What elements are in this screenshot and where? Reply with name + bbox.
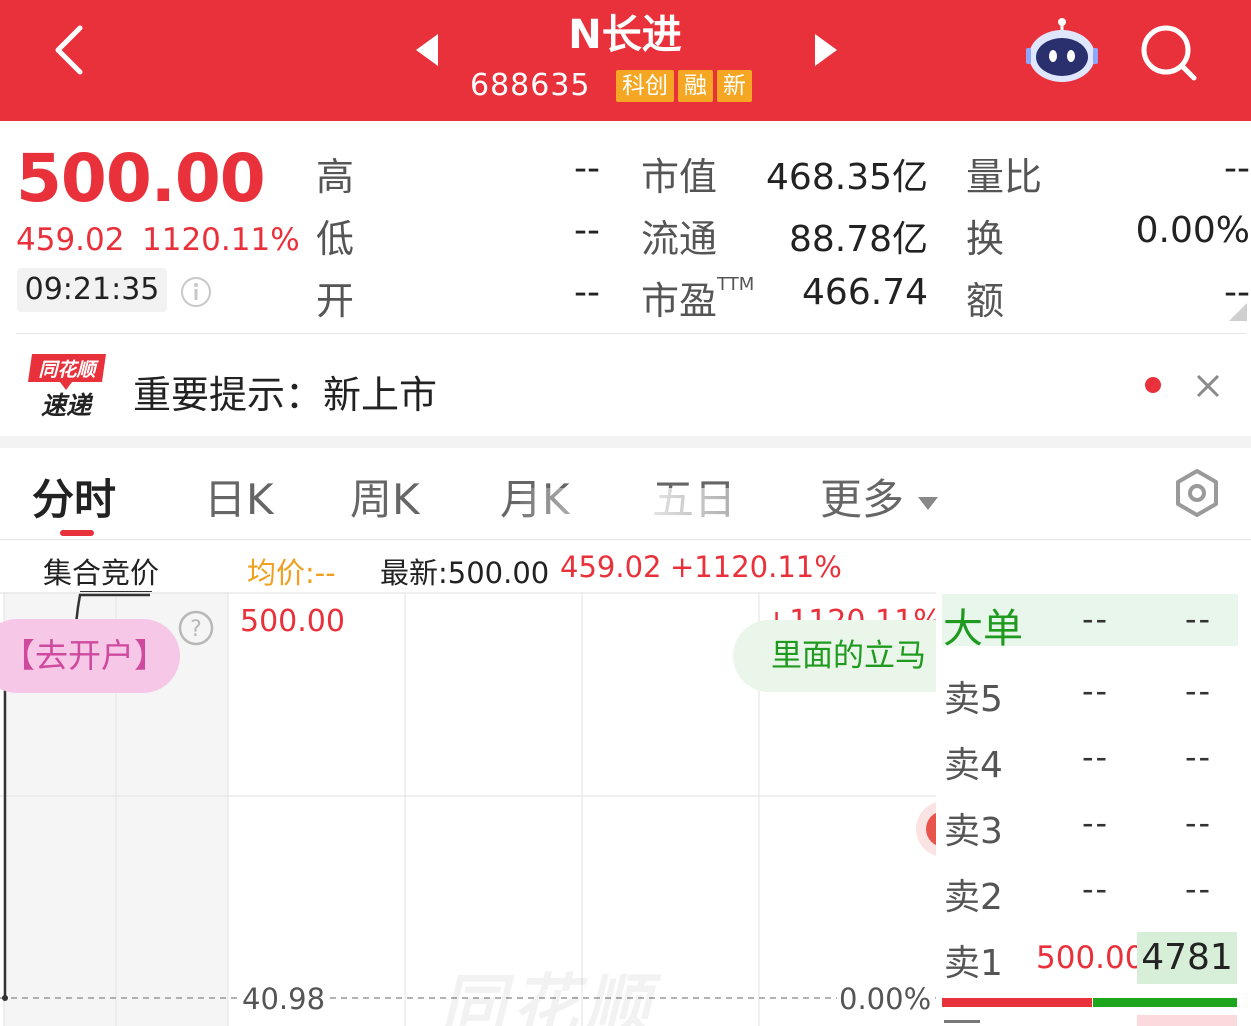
float-cap-label: 流通 bbox=[641, 217, 718, 261]
call-auction-label[interactable]: 集合竞价 bbox=[43, 550, 159, 592]
strip-change: 459.02 bbox=[560, 550, 662, 584]
svg-text:同花顺: 同花顺 bbox=[38, 359, 99, 381]
blur-overlay bbox=[520, 488, 750, 530]
next-row-volume-hint bbox=[1137, 1015, 1237, 1026]
ths-watermark: 同花顺 bbox=[440, 967, 656, 1026]
pe-value: 466.74 bbox=[802, 272, 928, 313]
robot-assistant-icon bbox=[1026, 18, 1098, 82]
turnover-value: 0.00% bbox=[1135, 210, 1250, 251]
ths-express-logo: 同花顺 速递 bbox=[26, 352, 110, 420]
big-order-b: -- bbox=[1185, 600, 1213, 638]
market-cap-label: 市值 bbox=[641, 155, 718, 199]
volume-ratio-value: -- bbox=[1224, 148, 1250, 189]
notice-close-button[interactable] bbox=[1192, 370, 1224, 402]
price-change-pct: 1120.11% bbox=[142, 222, 300, 258]
notice-text[interactable]: 重要提示：新上市 bbox=[133, 364, 437, 419]
sell3-label: 卖3 bbox=[944, 811, 1003, 852]
volume-ratio-label: 量比 bbox=[966, 155, 1043, 199]
open-label: 开 bbox=[316, 279, 355, 323]
sell4-label: 卖4 bbox=[944, 745, 1003, 786]
big-order-a: -- bbox=[1082, 600, 1110, 638]
turnover-label: 换 bbox=[966, 217, 1005, 261]
high-label: 高 bbox=[316, 155, 355, 199]
sell5-label: 卖5 bbox=[944, 679, 1003, 720]
low-label: 低 bbox=[316, 217, 355, 261]
next-row-hint bbox=[944, 1020, 980, 1023]
stock-tags: 科创 融 新 bbox=[616, 70, 752, 102]
info-button[interactable] bbox=[180, 276, 212, 308]
price-change: 459.02 bbox=[16, 222, 125, 258]
tab-weekly-k[interactable]: 周K bbox=[350, 466, 420, 527]
divider bbox=[16, 333, 1246, 334]
sell-strength-bar bbox=[1093, 998, 1237, 1007]
back-arrow-icon bbox=[55, 25, 83, 75]
active-tab-indicator bbox=[60, 530, 94, 536]
sell1-price[interactable]: 500.00 bbox=[1036, 940, 1144, 976]
high-value: -- bbox=[574, 148, 600, 189]
pe-label-sup: TTM bbox=[717, 274, 755, 295]
float-cap-value: 88.78亿 bbox=[788, 219, 928, 260]
sell3-price: -- bbox=[1082, 804, 1110, 842]
dropdown-triangle-icon bbox=[918, 496, 939, 510]
big-order-label: 大单 bbox=[943, 606, 1023, 652]
tab-more[interactable]: 更多 bbox=[820, 466, 939, 527]
market-cap-value: 468.35亿 bbox=[766, 157, 928, 198]
sell4-volume: -- bbox=[1185, 738, 1213, 776]
latest-price: 最新:500.00 bbox=[380, 556, 550, 590]
stock-header: N长进 688635 科创 融 新 bbox=[0, 0, 1251, 121]
sell2-price: -- bbox=[1082, 870, 1110, 908]
help-button[interactable]: ? bbox=[178, 610, 214, 646]
search-button[interactable] bbox=[1138, 22, 1200, 84]
tab-daily-k[interactable]: 日K bbox=[204, 466, 274, 527]
back-button[interactable] bbox=[44, 20, 104, 80]
sell1-volume[interactable]: 4781 bbox=[1137, 932, 1237, 984]
ai-assistant-button[interactable] bbox=[1026, 16, 1098, 84]
current-price: 500.00 bbox=[16, 140, 266, 217]
search-icon bbox=[1141, 25, 1197, 81]
svg-text:?: ? bbox=[190, 617, 202, 642]
low-value: -- bbox=[574, 210, 600, 251]
pe-label-text: 市盈 bbox=[641, 279, 718, 323]
sell2-volume: -- bbox=[1185, 870, 1213, 908]
section-gap bbox=[0, 436, 1251, 448]
tag-star-market: 科创 bbox=[616, 70, 674, 102]
chart-low-pct: 0.00% bbox=[837, 982, 934, 1016]
quote-time: 09:21:35 bbox=[17, 268, 167, 312]
help-icon: ? bbox=[178, 610, 214, 646]
chart-settings-button[interactable] bbox=[1172, 468, 1222, 518]
open-value: -- bbox=[574, 272, 600, 313]
amount-value: -- bbox=[1224, 272, 1250, 313]
expand-corner-icon[interactable] bbox=[1229, 303, 1247, 321]
unread-dot bbox=[1145, 377, 1161, 393]
stock-name: N长进 bbox=[568, 12, 682, 58]
close-icon bbox=[1196, 374, 1220, 398]
sell1-label: 卖1 bbox=[944, 943, 1003, 984]
sell4-price: -- bbox=[1082, 738, 1110, 776]
divider bbox=[0, 539, 1251, 540]
svg-text:速递: 速递 bbox=[41, 391, 94, 420]
sell5-volume: -- bbox=[1185, 672, 1213, 710]
prev-stock-icon bbox=[416, 34, 438, 66]
open-account-button[interactable]: 【去开户】 bbox=[0, 619, 180, 693]
buy-strength-bar bbox=[942, 998, 1092, 1007]
info-icon bbox=[181, 277, 211, 307]
pe-label: 市盈TTM bbox=[641, 270, 754, 325]
amount-label: 额 bbox=[966, 279, 1005, 323]
tag-new: 新 bbox=[717, 70, 752, 102]
tab-more-label: 更多 bbox=[820, 475, 905, 524]
sell2-label: 卖2 bbox=[944, 877, 1003, 918]
strip-change-pct: +1120.11% bbox=[670, 550, 842, 584]
sell5-price: -- bbox=[1082, 672, 1110, 710]
chart-low-price: 40.98 bbox=[240, 982, 328, 1016]
prev-stock-button[interactable] bbox=[408, 30, 448, 70]
settings-hexagon-icon bbox=[1176, 469, 1218, 517]
sell3-volume: -- bbox=[1185, 804, 1213, 842]
avg-price: 均价:-- bbox=[247, 556, 336, 590]
next-stock-icon bbox=[815, 34, 837, 66]
stock-code: 688635 bbox=[470, 68, 591, 103]
tag-margin: 融 bbox=[678, 70, 713, 102]
tab-intraday[interactable]: 分时 bbox=[32, 466, 116, 527]
next-stock-button[interactable] bbox=[805, 30, 845, 70]
chart-high-price: 500.00 bbox=[240, 604, 345, 639]
